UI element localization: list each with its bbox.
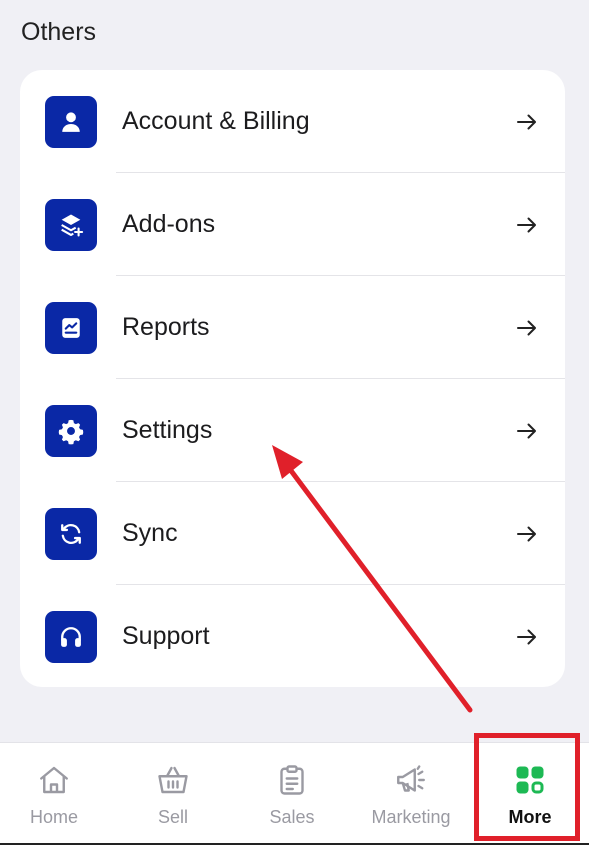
arrow-right-icon	[517, 114, 536, 129]
page: Others Account & Billing Add-ons Reports	[0, 0, 589, 845]
menu-item-account-billing[interactable]: Account & Billing	[20, 70, 565, 173]
menu-card: Account & Billing Add-ons Reports Settin…	[20, 70, 565, 687]
menu-item-add-ons[interactable]: Add-ons	[20, 173, 565, 276]
menu-item-support[interactable]: Support	[20, 585, 565, 687]
basket-icon	[158, 766, 188, 794]
menu-item-label: Settings	[122, 416, 213, 444]
headphones-icon	[45, 610, 97, 663]
clipboard-icon	[280, 765, 304, 795]
sync-icon	[45, 507, 97, 560]
menu-item-label: Reports	[122, 313, 210, 341]
gear-icon	[45, 404, 97, 457]
arrow-right-icon	[517, 217, 536, 232]
home-icon	[40, 766, 68, 794]
arrow-right-icon	[517, 320, 536, 335]
section-title: Others	[21, 18, 97, 46]
person-icon	[45, 95, 97, 148]
nav-label: Sales	[269, 807, 315, 827]
nav-item-home[interactable]: Home	[0, 743, 113, 843]
nav-label: Sell	[157, 807, 188, 827]
arrow-right-icon	[517, 629, 536, 644]
megaphone-icon	[397, 765, 425, 792]
report-chart-icon	[45, 301, 97, 354]
nav-label: Home	[29, 807, 78, 827]
nav-item-sales[interactable]: Sales	[233, 743, 351, 843]
nav-label: Marketing	[371, 807, 451, 827]
menu-item-settings[interactable]: Settings	[20, 379, 565, 482]
nav-item-marketing[interactable]: Marketing	[352, 743, 470, 843]
arrow-right-icon	[517, 423, 536, 438]
menu-item-label: Account & Billing	[122, 107, 310, 135]
menu-item-sync[interactable]: Sync	[20, 482, 565, 585]
layers-plus-icon	[45, 198, 97, 251]
nav-item-sell[interactable]: Sell	[114, 743, 232, 843]
menu-item-reports[interactable]: Reports	[20, 276, 565, 379]
annotation-highlight-box	[474, 733, 580, 841]
menu-item-label: Sync	[122, 519, 178, 547]
menu-item-label: Support	[122, 622, 210, 650]
arrow-right-icon	[517, 526, 536, 541]
menu-item-label: Add-ons	[122, 210, 216, 238]
